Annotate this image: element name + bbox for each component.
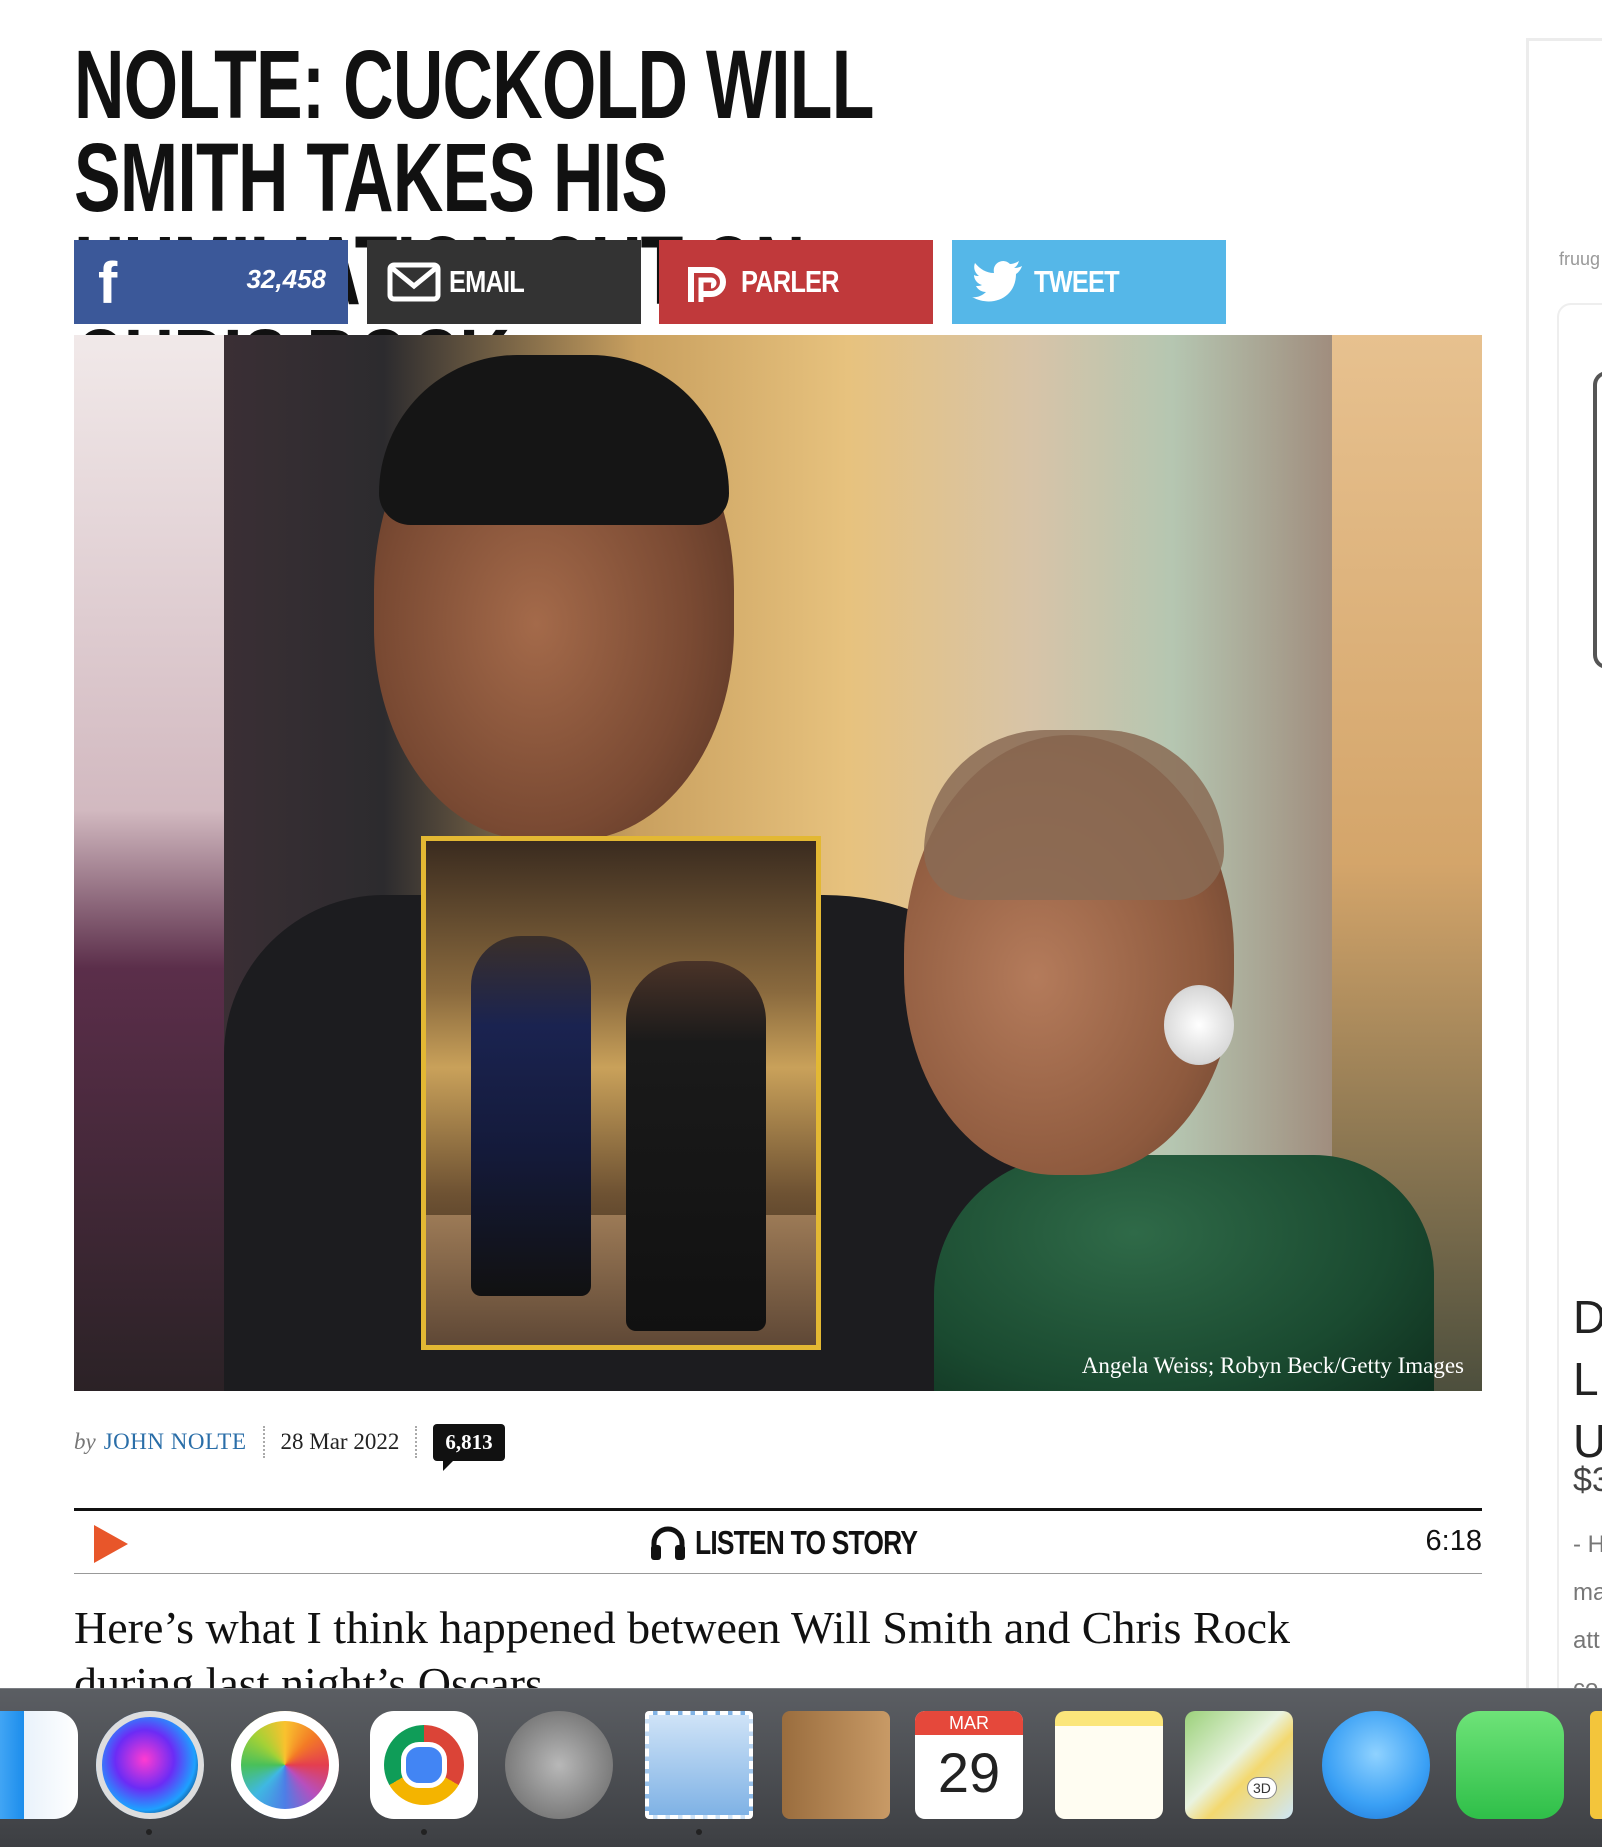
mail-stamp-icon[interactable]	[645, 1711, 753, 1819]
headphones-icon	[651, 1526, 685, 1560]
chrome-center	[401, 1742, 447, 1788]
tweet-label: TWEET	[1034, 264, 1120, 299]
ad-product-image	[1593, 371, 1602, 669]
running-indicator	[146, 1829, 152, 1835]
inset-will-smith	[626, 961, 766, 1331]
envelope-icon	[387, 262, 441, 302]
comment-count-badge[interactable]: 6,813	[433, 1423, 505, 1471]
inset-chris-rock	[471, 936, 591, 1296]
listen-label: LISTEN TO STORY	[695, 1524, 918, 1561]
byline-prefix: by	[74, 1429, 96, 1454]
maps-icon[interactable]: 3D	[1185, 1711, 1293, 1819]
email-share-button[interactable]: EMAIL	[367, 240, 641, 324]
parler-label: PARLER	[741, 264, 840, 299]
play-icon[interactable]	[94, 1525, 128, 1563]
parler-icon	[688, 267, 726, 302]
tweet-share-button[interactable]: TWEET	[952, 240, 1226, 324]
email-label: EMAIL	[449, 264, 525, 299]
photos-icon[interactable]	[231, 1711, 339, 1819]
facebook-icon: f	[98, 251, 118, 316]
chrome-icon[interactable]	[370, 1711, 478, 1819]
facetime-icon[interactable]	[1456, 1711, 1564, 1819]
meta-divider	[415, 1426, 418, 1458]
audio-player: LISTEN TO STORY 6:18	[74, 1508, 1482, 1574]
calendar-icon[interactable]: MAR 29	[915, 1711, 1023, 1819]
listen-to-story[interactable]: LISTEN TO STORY	[649, 1523, 973, 1563]
twitter-bird-icon	[972, 260, 1022, 302]
author-link[interactable]: JOHN NOLTE	[104, 1429, 247, 1455]
ad-description-fragment: - H ma att co	[1573, 1531, 1602, 1702]
ad-brand: fruug	[1559, 249, 1601, 269]
publish-date: 28 Mar 2022	[280, 1429, 400, 1454]
ad-title-fragment: D L U	[1573, 1291, 1602, 1467]
earring	[1164, 985, 1234, 1065]
calendar-day: 29	[937, 1741, 1001, 1804]
inset-photo-slap	[421, 836, 821, 1350]
contacts-icon[interactable]	[782, 1711, 890, 1819]
parler-share-button[interactable]: PARLER	[659, 240, 933, 324]
running-indicator	[421, 1829, 427, 1835]
hero-background-left	[74, 335, 224, 1391]
ad-price-fragment: $3	[1573, 1461, 1602, 1499]
will-smith-hair	[379, 355, 729, 525]
facebook-share-button[interactable]: f 32,458	[74, 240, 348, 324]
facebook-share-count: 32,458	[246, 264, 326, 294]
image-credit: Angela Weiss; Robyn Beck/Getty Images	[1081, 1353, 1464, 1378]
article-body-line-1: Here’s what I think happened between Wil…	[74, 1602, 1291, 1653]
calendar-month: MAR	[915, 1711, 1023, 1735]
notes-icon[interactable]	[1055, 1711, 1163, 1819]
article-meta: by JOHN NOLTE 28 Mar 2022 6,813	[74, 1420, 505, 1471]
hero-image: Angela Weiss; Robyn Beck/Getty Images	[74, 335, 1482, 1391]
messages-icon[interactable]	[1322, 1711, 1430, 1819]
finder-icon[interactable]	[0, 1711, 78, 1819]
macos-dock: MAR 29 3D	[0, 1688, 1602, 1847]
running-indicator	[696, 1829, 702, 1835]
launchpad-icon[interactable]	[505, 1711, 613, 1819]
audio-duration: 6:18	[1425, 1525, 1482, 1557]
maps-3d-badge: 3D	[1247, 1777, 1277, 1799]
jada-shaved-head	[924, 730, 1224, 900]
sidebar-ad[interactable]: fruug D L U $3 - H ma att co	[1526, 38, 1602, 1707]
chrome-ring	[384, 1725, 464, 1805]
siri-icon[interactable]	[96, 1711, 204, 1819]
meta-divider	[262, 1426, 265, 1458]
partial-app-icon[interactable]	[1590, 1711, 1602, 1819]
